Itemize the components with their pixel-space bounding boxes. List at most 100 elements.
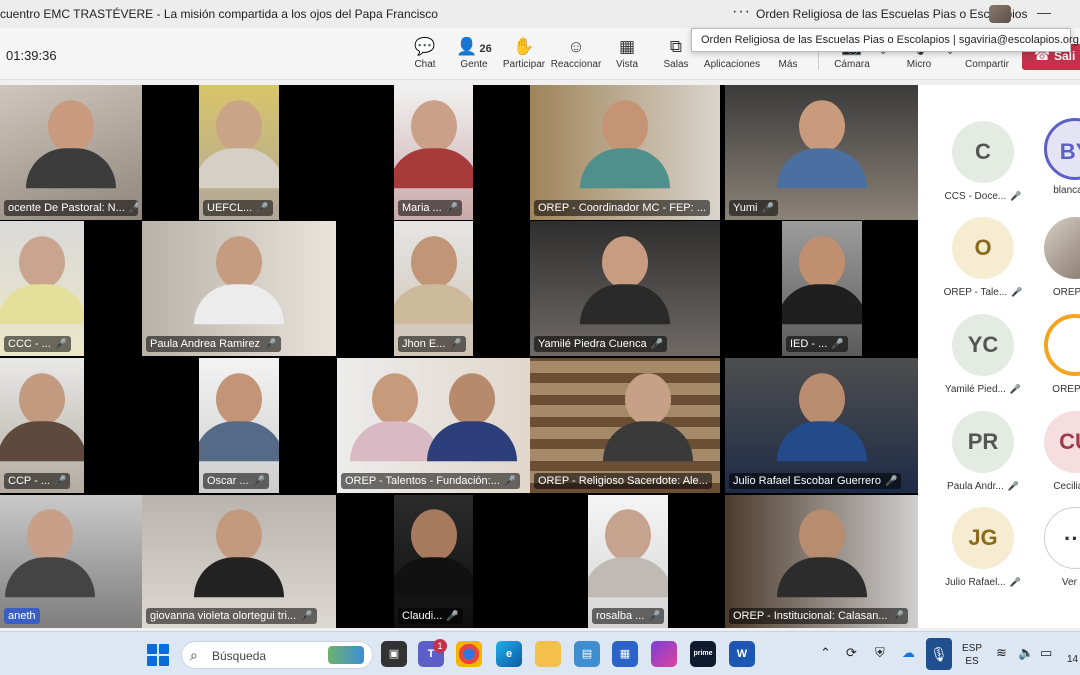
task-view-icon[interactable]: ▣ <box>381 641 407 667</box>
mic-off-icon: 🎤 <box>1009 384 1022 394</box>
participant-name: Paula Andrea Ramirez 🎤 <box>146 336 281 352</box>
participant-name: OREP - Institucional: Calasan... 🎤 <box>729 608 908 624</box>
hand-icon: ✋ <box>513 37 535 56</box>
participant-name: UEFCL... 🎤 <box>203 200 273 216</box>
wifi-icon[interactable]: ≋ <box>996 645 1007 661</box>
minimize-button[interactable]: — <box>1037 4 1051 20</box>
search-icon: ⌕ <box>190 647 198 663</box>
participant-avatar[interactable]: CU Cecilia Ur <box>1030 411 1080 492</box>
mic-off-icon: 🎤 <box>761 203 774 214</box>
raise-hand-button[interactable]: ✋ Participar <box>494 37 554 70</box>
word-icon[interactable]: W <box>729 641 755 667</box>
mic-off-icon: 🎤 <box>446 611 459 622</box>
mic-off-icon: 🎤 <box>1007 481 1019 491</box>
participant-avatar[interactable]: OREP - In <box>1030 314 1080 395</box>
participant-avatar[interactable]: BY blanca Ya <box>1030 118 1080 196</box>
participant-avatar[interactable]: O OREP - Tale... 🎤 <box>938 217 1028 298</box>
taskbar-search[interactable]: ⌕ Búsqueda <box>181 641 373 669</box>
mic-off-icon: 🎤 <box>445 203 459 214</box>
window-title: cuentro EMC TRASTÉVERE - La misión compa… <box>0 7 438 21</box>
video-tile[interactable]: CCC - ... 🎤 <box>0 221 84 356</box>
mic-off-icon: 🎤 <box>884 476 898 487</box>
people-count: 26 <box>479 43 492 55</box>
participant-avatar[interactable]: JG Julio Rafael... 🎤 <box>938 507 1028 588</box>
mic-off-icon: 🎤 <box>300 611 313 622</box>
video-tile[interactable]: aneth <box>0 495 142 628</box>
mic-off-icon: 🎤 <box>648 611 661 622</box>
title-bar: cuentro EMC TRASTÉVERE - La misión compa… <box>0 0 1080 28</box>
participant-name: CCC - ... 🎤 <box>4 336 72 352</box>
view-all-button[interactable]: ··· Ver to <box>1030 507 1080 588</box>
windows-taskbar: ⌕ Búsqueda ▣ T 1 e ▤ ▦ prime W ⌃ ⟳ ⛨ ☁ 🎙… <box>0 631 1080 675</box>
taskbar-clock[interactable]: 14 <box>1067 654 1078 665</box>
search-highlight-icon <box>328 646 364 664</box>
organization-name[interactable]: Orden Religiosa de las Escuelas Pias o E… <box>756 7 1027 21</box>
onedrive-icon[interactable]: ☁ <box>902 645 915 661</box>
volume-icon[interactable]: 🔈 <box>1018 645 1034 661</box>
windows-start-icon[interactable] <box>147 644 169 666</box>
chrome-icon[interactable] <box>456 641 482 667</box>
participant-name: IED - ... 🎤 <box>786 336 848 352</box>
battery-icon[interactable]: ▭ <box>1040 645 1052 661</box>
participant-avatar[interactable]: C CCS - Doce... 🎤 <box>938 121 1028 202</box>
participant-name: giovanna violeta olortegui tri... 🎤 <box>146 608 317 624</box>
store-icon[interactable]: ▦ <box>612 641 638 667</box>
mic-off-icon: 🎤 <box>650 339 664 350</box>
edge-icon[interactable]: e <box>496 641 522 667</box>
org-tooltip: Orden Religiosa de las Escuelas Pias o E… <box>691 28 1080 52</box>
video-tile[interactable]: Maria ... 🎤 <box>394 85 473 220</box>
mic-off-icon: 🎤 <box>54 339 68 350</box>
microphone-in-use-icon[interactable]: 🎙 <box>926 638 952 670</box>
participant-name: Jhon E... 🎤 <box>398 336 466 352</box>
account-avatar[interactable] <box>989 5 1011 23</box>
participant-name: CCP - ... 🎤 <box>4 473 71 489</box>
video-tile[interactable]: OREP - Religioso Sacerdote: Ale... <box>530 358 720 493</box>
participant-name: Julio Rafael Escobar Guerrero 🎤 <box>729 473 902 489</box>
video-tile[interactable]: OREP - Talentos - Fundación:... 🎤 <box>337 358 530 493</box>
security-icon[interactable]: ⛨ <box>875 645 885 661</box>
prime-video-icon[interactable]: prime <box>690 641 716 667</box>
video-tile[interactable]: OREP - Coordinador MC - FEP: ... <box>530 85 720 220</box>
mic-off-icon: 🎤 <box>891 611 904 622</box>
video-tile[interactable]: Oscar ... 🎤 <box>199 358 279 493</box>
file-explorer-icon[interactable] <box>535 641 561 667</box>
video-tile[interactable]: UEFCL... 🎤 <box>199 85 279 220</box>
video-tile[interactable]: CCP - ... 🎤 <box>0 358 84 493</box>
photos-icon[interactable]: ▤ <box>574 641 600 667</box>
video-tile[interactable]: rosalba ... 🎤 <box>588 495 668 628</box>
video-tile[interactable]: Yamilé Piedra Cuenca 🎤 <box>530 221 720 356</box>
participant-name: OREP - Coordinador MC - FEP: ... <box>534 200 710 216</box>
video-tile[interactable]: Jhon E... 🎤 <box>394 221 473 356</box>
video-tile[interactable]: IED - ... 🎤 <box>782 221 862 356</box>
mic-off-icon: 🎤 <box>256 203 269 214</box>
video-tile[interactable]: ocente De Pastoral: N... 🎤 <box>0 85 142 220</box>
participant-name: ocente De Pastoral: N... 🎤 <box>4 200 138 216</box>
participant-name: Yamilé Piedra Cuenca 🎤 <box>534 336 668 352</box>
mic-off-icon: 🎤 <box>831 339 844 350</box>
video-grid: ocente De Pastoral: N... 🎤 UEFCL... 🎤 Mari… <box>0 85 918 628</box>
teams-notification-badge: 1 <box>433 639 447 653</box>
mic-off-icon: 🎤 <box>128 203 138 214</box>
video-tile[interactable]: Julio Rafael Escobar Guerrero 🎤 <box>725 358 918 493</box>
mic-off-icon: 🎤 <box>503 476 517 487</box>
input-language[interactable]: ESP ES <box>962 642 982 668</box>
participant-name: OREP - Talentos - Fundación:... 🎤 <box>341 473 521 489</box>
mic-off-icon: 🎤 <box>1011 287 1023 297</box>
sync-icon[interactable]: ⟳ <box>846 645 857 661</box>
mic-off-icon: 🎤 <box>449 339 462 350</box>
participant-name: Maria ... 🎤 <box>398 200 463 216</box>
video-tile[interactable]: Yumi 🎤 <box>725 85 918 220</box>
video-tile[interactable]: giovanna violeta olortegui tri... 🎤 <box>142 495 336 628</box>
participant-avatar[interactable]: PR Paula Andr... 🎤 <box>938 411 1028 492</box>
mic-off-icon: 🎤 <box>252 476 266 487</box>
video-tile[interactable]: Paula Andrea Ramirez 🎤 <box>142 221 336 356</box>
show-hidden-icons-chevron-icon[interactable]: ⌃ <box>820 645 831 661</box>
participant-panel: C CCS - Doce...🎤 BY blanca Ya O OREP - T… <box>918 85 1080 628</box>
clipchamp-icon[interactable] <box>651 641 677 667</box>
more-options-icon[interactable]: ··· <box>732 3 751 21</box>
video-tile[interactable]: OREP - Institucional: Calasan... 🎤 <box>725 495 918 628</box>
video-tile[interactable]: Claudi... 🎤 <box>394 495 473 628</box>
participant-avatar[interactable]: OREP - R <box>1030 217 1080 298</box>
mic-off-icon: 🎤 <box>264 339 277 350</box>
participant-avatar[interactable]: YC Yamilé Pied... 🎤 <box>938 314 1028 395</box>
